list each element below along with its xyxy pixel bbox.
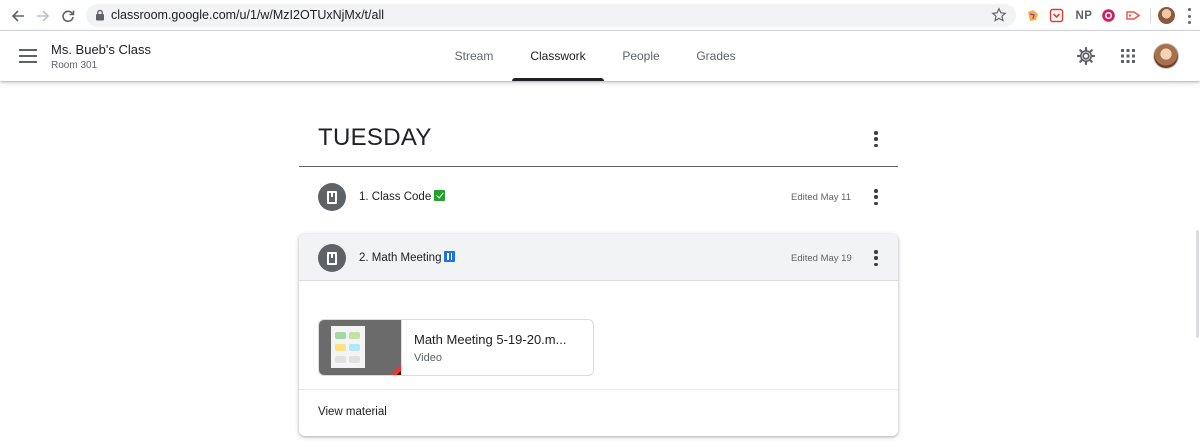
url-text: classroom.google.com/u/1/w/MzI2OTUxNjMx/… [111, 8, 384, 22]
puzzle-extension-icon[interactable] [1024, 7, 1041, 24]
item-edited-date: Edited May 19 [791, 253, 852, 264]
attachment-title: Math Meeting 5-19-20.m... [414, 332, 567, 347]
expanded-material-card: 2. Math Meeting Edited May 19 Math Meeti… [299, 234, 898, 436]
record-extension-icon[interactable] [1100, 7, 1117, 24]
check-mark-icon [434, 190, 446, 201]
address-bar[interactable]: classroom.google.com/u/1/w/MzI2OTUxNjMx/… [86, 4, 1016, 27]
tab-people[interactable]: People [611, 31, 671, 81]
video-thumbnail [319, 320, 402, 375]
browser-menu-icon[interactable] [1184, 8, 1194, 24]
material-icon [318, 244, 346, 272]
item-more-options-icon[interactable] [871, 189, 881, 205]
topic-more-options-icon[interactable] [871, 131, 881, 147]
classroom-header: Ms. Bueb's Class Room 301 Stream Classwo… [0, 31, 1200, 81]
page-scrollbar[interactable] [1196, 230, 1199, 338]
tab-stream[interactable]: Stream [440, 31, 508, 81]
forward-arrow-icon[interactable] [33, 6, 53, 26]
list-item[interactable]: 1. Class Code [359, 190, 446, 203]
card-header[interactable]: 2. Math Meeting Edited May 19 [299, 234, 898, 281]
abacus-icon [444, 251, 456, 262]
item-edited-date: Edited May 11 [791, 192, 852, 203]
topic-title: TUESDAY [318, 124, 432, 151]
attachment-type: Video [414, 352, 442, 364]
gear-icon[interactable] [1076, 46, 1096, 66]
tab-grades[interactable]: Grades [686, 31, 746, 81]
back-arrow-icon[interactable] [8, 6, 28, 26]
view-material-link[interactable]: View material [318, 406, 387, 418]
tab-classwork[interactable]: Classwork [512, 31, 604, 81]
list-item[interactable]: 2. Math Meeting [359, 251, 456, 264]
toolbar-separator [1150, 8, 1151, 23]
item-more-options-icon[interactable] [871, 250, 881, 266]
account-avatar[interactable] [1153, 43, 1179, 69]
topic-divider [299, 166, 898, 167]
video-attachment[interactable]: Math Meeting 5-19-20.m... Video [318, 319, 594, 376]
browser-profile-avatar[interactable] [1158, 7, 1175, 24]
reload-icon[interactable] [58, 6, 78, 26]
pocket-extension-icon[interactable] [1048, 7, 1065, 24]
np-extension-icon[interactable]: NP [1074, 7, 1094, 24]
cast-extension-icon[interactable] [1124, 7, 1141, 24]
lock-icon [96, 9, 104, 21]
item-title[interactable]: 2. Math Meeting [359, 252, 441, 264]
browser-toolbar: classroom.google.com/u/1/w/MzI2OTUxNjMx/… [0, 0, 1200, 31]
apps-grid-icon[interactable] [1118, 46, 1138, 66]
bookmark-star-icon[interactable] [991, 7, 1007, 23]
card-divider [299, 389, 898, 390]
item-title[interactable]: 1. Class Code [359, 191, 431, 203]
class-tabs: Stream Classwork People Grades [0, 31, 1200, 81]
material-icon [318, 183, 346, 211]
